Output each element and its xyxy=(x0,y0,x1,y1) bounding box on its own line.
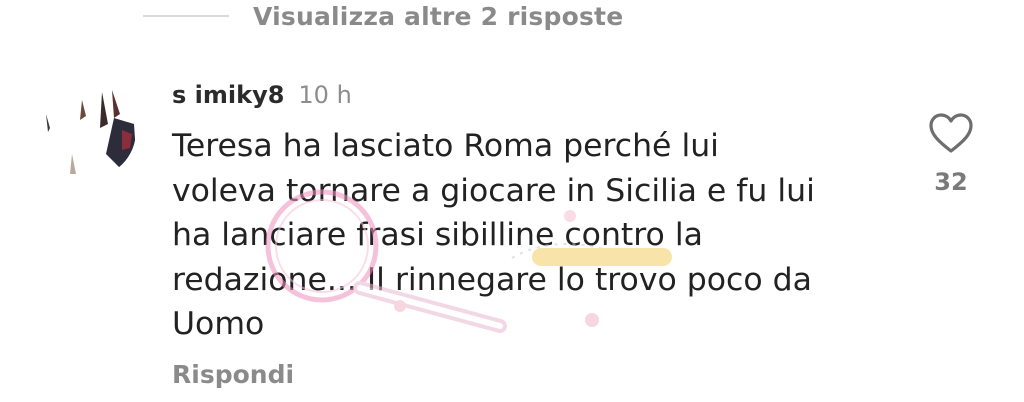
comment-username[interactable]: s imiky8 xyxy=(172,81,284,109)
comment-line: ha lanciare frasi sibilline contro la xyxy=(172,217,703,253)
like-count: 32 xyxy=(934,168,968,196)
avatar-image xyxy=(42,84,136,178)
view-more-replies[interactable]: Visualizza altre 2 risposte xyxy=(143,0,623,32)
view-more-replies-label[interactable]: Visualizza altre 2 risposte xyxy=(253,2,623,31)
comment-timestamp: 10 h xyxy=(298,81,352,109)
comment-text: Teresa ha lasciato Roma perché lui volev… xyxy=(172,124,892,347)
comment-line: Teresa ha lasciato Roma perché lui xyxy=(172,128,719,164)
like-control: 32 xyxy=(922,112,980,196)
comment-header: s imiky8 10 h xyxy=(172,78,352,112)
reply-button[interactable]: Rispondi xyxy=(172,360,294,389)
avatar[interactable] xyxy=(42,84,136,178)
comment-line: voleva tornare a giocare in Sicilia e fu… xyxy=(172,172,815,209)
thread-connector-line xyxy=(143,15,229,17)
comment-line: redazione... Il rinnegare lo trovo poco … xyxy=(172,261,812,298)
heart-outline-icon[interactable] xyxy=(928,112,974,154)
comment-line: Uomo xyxy=(172,306,265,342)
